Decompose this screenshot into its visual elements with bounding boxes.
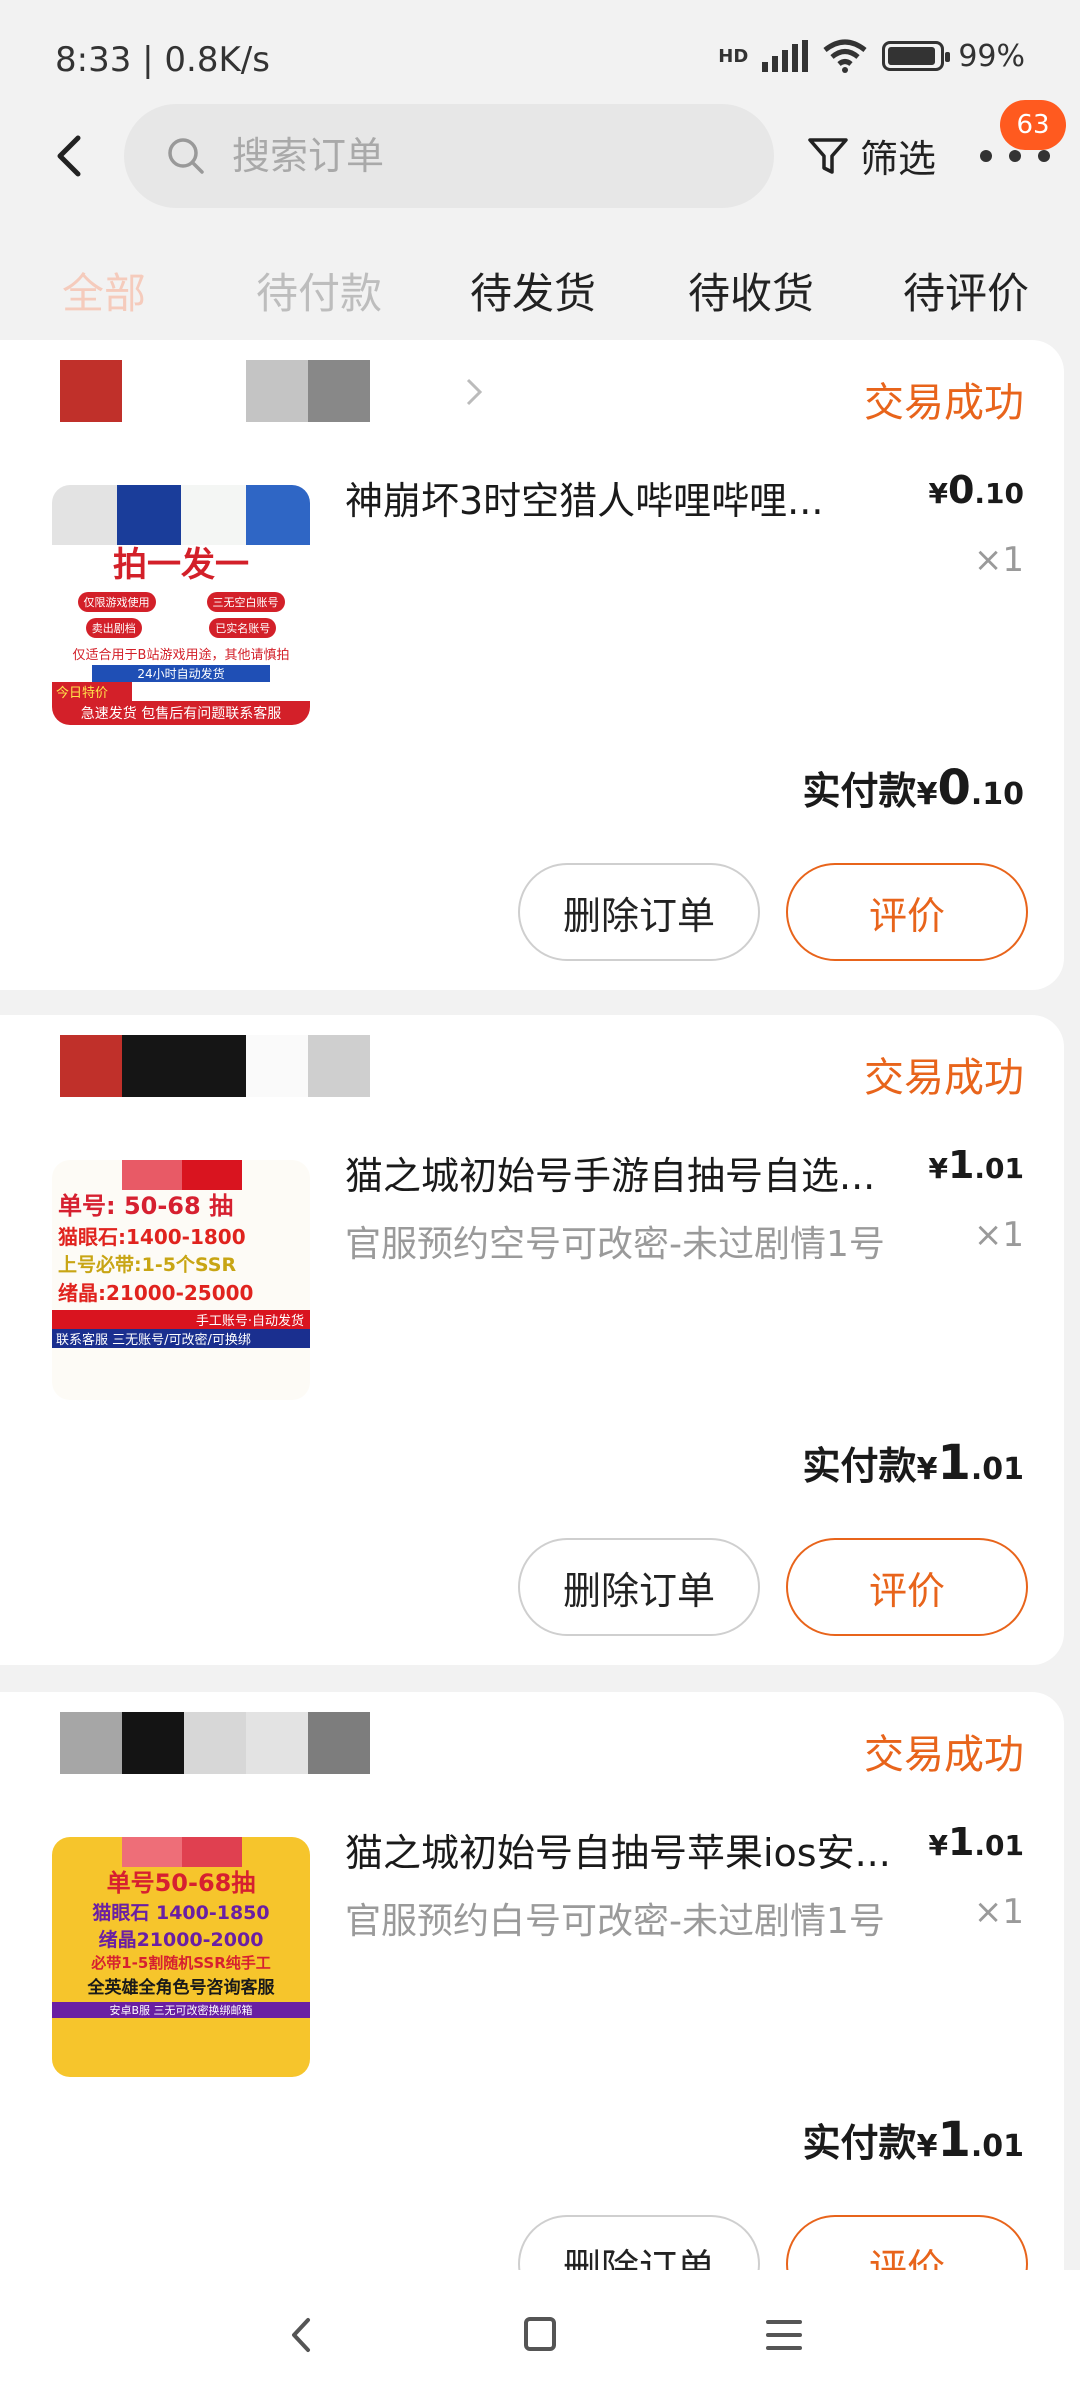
header: 筛选 xyxy=(0,100,1080,220)
product-price: ¥1.01 xyxy=(928,1143,1024,1187)
thumb-text: 今日特价 xyxy=(52,682,132,701)
nav-menu-icon[interactable] xyxy=(754,2310,814,2360)
product-spec: 官服预约空号可改密-未过剧情1号 xyxy=(345,1224,885,1265)
thumb-text: 单号50-68抽 xyxy=(106,1869,256,1897)
chevron-right-icon xyxy=(466,378,483,406)
system-nav-bar xyxy=(0,2270,1080,2400)
thumb-text: 单号: 50-68 抽 xyxy=(58,1192,234,1220)
product-quantity: ×1 xyxy=(973,540,1024,580)
shop-name-pixelated[interactable] xyxy=(60,360,370,422)
product-thumbnail[interactable]: 单号50-68抽 猫眼石 1400-1850 绪晶21000-2000 必带1-… xyxy=(52,1837,310,2077)
thumb-text: 三无空白账号 xyxy=(206,592,285,612)
thumb-text: 全英雄全角色号咨询客服 xyxy=(87,1978,275,1998)
tab-pending-shipment[interactable]: 待发货 xyxy=(470,260,596,321)
order-status: 交易成功 xyxy=(864,380,1024,426)
delete-order-button[interactable]: 删除订单 xyxy=(518,863,760,961)
product-thumbnail[interactable]: 单号: 50-68 抽 猫眼石:1400-1800 上号必带:1-5个SSR 绪… xyxy=(52,1160,310,1400)
product-price: ¥1.01 xyxy=(928,1820,1024,1864)
filter-icon xyxy=(808,137,848,174)
paid-amount: 实付款¥1.01 xyxy=(802,1435,1024,1491)
thumb-text: 猫眼石 1400-1850 xyxy=(92,1902,270,1924)
filter-button[interactable]: 筛选 xyxy=(806,128,936,183)
nav-home-icon[interactable] xyxy=(510,2310,570,2360)
thumb-text: 绪晶21000-2000 xyxy=(98,1929,264,1951)
signal-icon xyxy=(762,40,809,72)
tab-all[interactable]: 全部 xyxy=(62,260,146,321)
thumb-text: 安卓B服 三无可改密换绑邮箱 xyxy=(52,2002,310,2018)
thumb-text: 24小时自动发货 xyxy=(92,665,270,682)
product-price: ¥0.10 xyxy=(928,468,1024,512)
thumb-text: 仅限游戏使用 xyxy=(77,592,156,612)
thumb-text: 联系客服 三无账号/可改密/可换绑 xyxy=(52,1329,310,1348)
status-icons: HD 99% xyxy=(718,38,1025,74)
product-spec: 官服预约白号可改密-未过剧情1号 xyxy=(345,1901,885,1942)
battery-level: 99% xyxy=(958,38,1025,74)
wifi-icon xyxy=(823,39,867,73)
thumb-text: 已实名账号 xyxy=(209,618,277,638)
tab-pending-payment[interactable]: 待付款 xyxy=(256,260,382,321)
nav-back-icon[interactable] xyxy=(272,2310,332,2360)
network-type: HD xyxy=(718,45,749,67)
thumb-text: 必带1-5割随机SSR纯手工 xyxy=(91,1954,271,1972)
back-icon[interactable] xyxy=(40,126,100,186)
product-title[interactable]: 神崩坏3时空猎人哔哩哔哩... xyxy=(345,470,905,525)
search-icon xyxy=(168,138,204,174)
notification-badge: 63 xyxy=(1000,100,1066,150)
shop-name-pixelated[interactable] xyxy=(60,1712,370,1774)
tab-pending-receipt[interactable]: 待收货 xyxy=(688,260,814,321)
order-card[interactable]: 交易成功 拍一发一 仅限游戏使用 三无空白账号 卖出剧档 已实名账号 仅适合用于… xyxy=(0,340,1064,990)
thumb-text: 绪晶:21000-25000 xyxy=(58,1281,254,1305)
battery-icon xyxy=(882,41,951,71)
rate-button[interactable]: 评价 xyxy=(786,863,1028,961)
paid-amount: 实付款¥1.01 xyxy=(802,2112,1024,2168)
thumb-text: 卖出剧档 xyxy=(85,618,142,638)
order-tabs: 全部 待付款 待发货 待收货 待评价 xyxy=(0,250,1080,330)
rate-button[interactable]: 评价 xyxy=(786,1538,1028,1636)
tab-pending-review[interactable]: 待评价 xyxy=(903,260,1029,321)
paid-amount: 实付款¥0.10 xyxy=(802,760,1024,816)
order-status: 交易成功 xyxy=(864,1732,1024,1778)
thumb-text: 上号必带:1-5个SSR xyxy=(58,1254,237,1276)
thumb-text: 手工账号·自动发货 xyxy=(52,1310,310,1329)
filter-label: 筛选 xyxy=(860,137,937,181)
product-title[interactable]: 猫之城初始号自抽号苹果ios安... xyxy=(345,1822,905,1877)
product-quantity: ×1 xyxy=(973,1215,1024,1255)
thumb-text: 仅适合用于B站游戏用途，其他请慎拍 xyxy=(72,648,290,663)
shop-name-pixelated[interactable] xyxy=(60,1035,370,1097)
product-thumbnail[interactable]: 拍一发一 仅限游戏使用 三无空白账号 卖出剧档 已实名账号 仅适合用于B站游戏用… xyxy=(52,485,310,725)
order-card[interactable]: 交易成功 单号: 50-68 抽 猫眼石:1400-1800 上号必带:1-5个… xyxy=(0,1015,1064,1665)
order-status: 交易成功 xyxy=(864,1055,1024,1101)
thumb-text: 猫眼石:1400-1800 xyxy=(58,1225,246,1249)
delete-order-button[interactable]: 删除订单 xyxy=(518,1538,760,1636)
product-title[interactable]: 猫之城初始号手游自抽号自选... xyxy=(345,1145,905,1200)
search-bar[interactable] xyxy=(124,104,774,208)
search-input[interactable] xyxy=(232,134,692,178)
thumb-text: 急速发货 包售后有问题联系客服 xyxy=(52,701,310,725)
status-time: 8:33 | 0.8K/s xyxy=(55,40,270,80)
product-quantity: ×1 xyxy=(973,1892,1024,1932)
